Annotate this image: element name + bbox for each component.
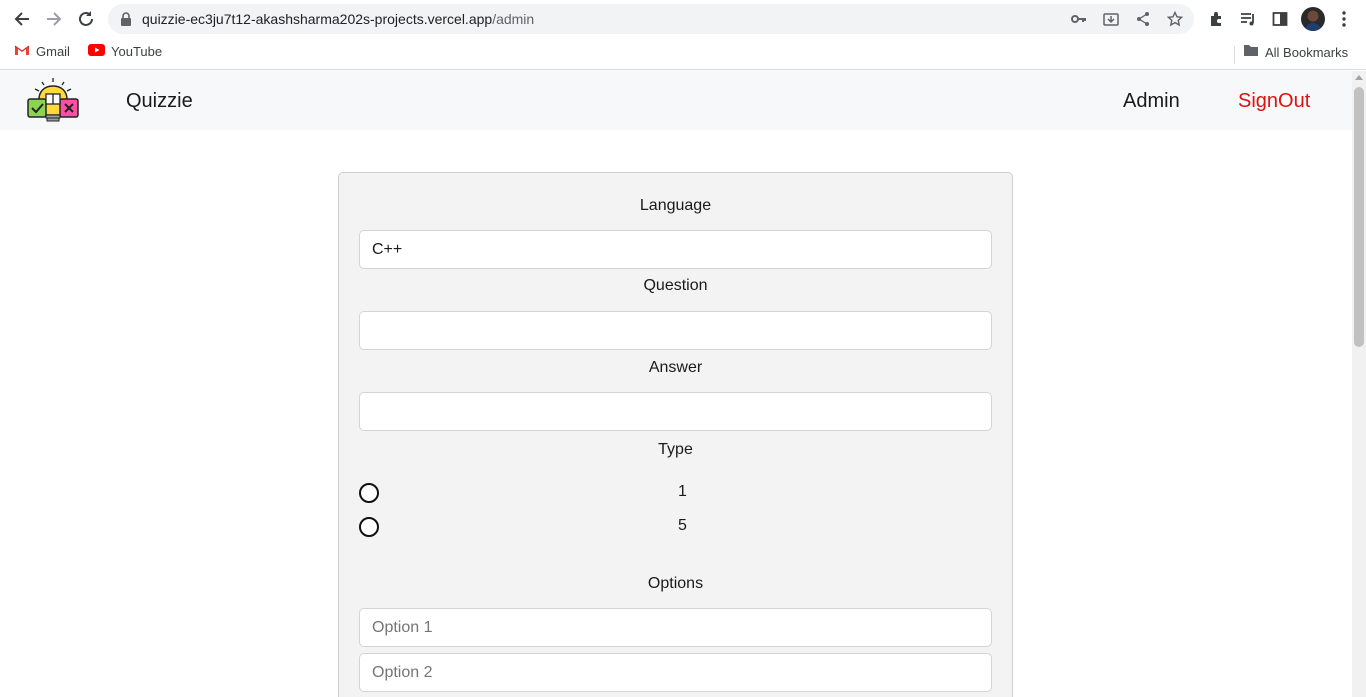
answer-input[interactable]: [359, 392, 992, 431]
question-input[interactable]: [359, 311, 992, 350]
bookmark-label: YouTube: [111, 44, 163, 59]
site-header: Quizzie Admin SignOut: [0, 71, 1352, 130]
question-form: Language Question Answer Type 1 5 Option…: [338, 172, 1013, 697]
reload-icon[interactable]: [74, 7, 98, 31]
install-icon[interactable]: [1102, 10, 1120, 28]
side-panel-icon[interactable]: [1269, 8, 1291, 30]
type-label: Type: [658, 441, 693, 458]
type-radio-1[interactable]: [359, 483, 379, 503]
bookmarks-bar: Gmail YouTube All Bookmarks: [0, 38, 1366, 70]
option-2-input[interactable]: [359, 653, 992, 692]
bookmark-gmail[interactable]: Gmail: [14, 44, 70, 59]
url-text: quizzie-ec3ju7t12-akashsharma202s-projec…: [142, 11, 535, 27]
browser-toolbar: quizzie-ec3ju7t12-akashsharma202s-projec…: [0, 0, 1366, 38]
nav-admin-link[interactable]: Admin: [1123, 90, 1180, 113]
page-scrollbar[interactable]: [1352, 71, 1366, 697]
answer-label: Answer: [648, 359, 703, 376]
brand-name[interactable]: Quizzie: [126, 90, 193, 113]
language-input[interactable]: [359, 230, 992, 269]
profile-avatar[interactable]: [1301, 7, 1325, 31]
options-label: Options: [647, 575, 704, 592]
bookmark-star-icon[interactable]: [1166, 10, 1184, 28]
gmail-icon: [14, 44, 30, 59]
signout-link[interactable]: SignOut: [1238, 90, 1310, 113]
language-label: Language: [639, 197, 712, 214]
type-option-label: 1: [678, 483, 687, 500]
back-icon[interactable]: [10, 7, 34, 31]
forward-icon[interactable]: [42, 7, 66, 31]
bookmark-youtube[interactable]: YouTube: [88, 44, 162, 59]
more-menu-icon[interactable]: [1333, 8, 1355, 30]
scrollbar-thumb[interactable]: [1354, 87, 1364, 347]
type-radio-5[interactable]: [359, 517, 379, 537]
extensions-icon[interactable]: [1205, 8, 1227, 30]
media-control-icon[interactable]: [1237, 8, 1259, 30]
share-icon[interactable]: [1134, 10, 1152, 28]
key-icon[interactable]: [1070, 10, 1088, 28]
scroll-up-icon[interactable]: [1355, 75, 1363, 80]
lock-icon[interactable]: [120, 12, 132, 31]
all-bookmarks-button[interactable]: All Bookmarks: [1243, 44, 1348, 60]
bookmark-label: Gmail: [36, 44, 70, 59]
address-bar[interactable]: quizzie-ec3ju7t12-akashsharma202s-projec…: [108, 4, 1194, 34]
bookmarks-divider: [1234, 46, 1235, 64]
quizzie-logo-icon[interactable]: [26, 77, 80, 125]
type-option-label: 5: [678, 517, 687, 534]
question-label: Question: [643, 277, 708, 294]
youtube-icon: [88, 44, 105, 59]
all-bookmarks-label: All Bookmarks: [1265, 44, 1349, 60]
option-1-input[interactable]: [359, 608, 992, 647]
page-content: Quizzie Admin SignOut Language Question …: [0, 71, 1352, 697]
folder-icon: [1243, 44, 1259, 60]
